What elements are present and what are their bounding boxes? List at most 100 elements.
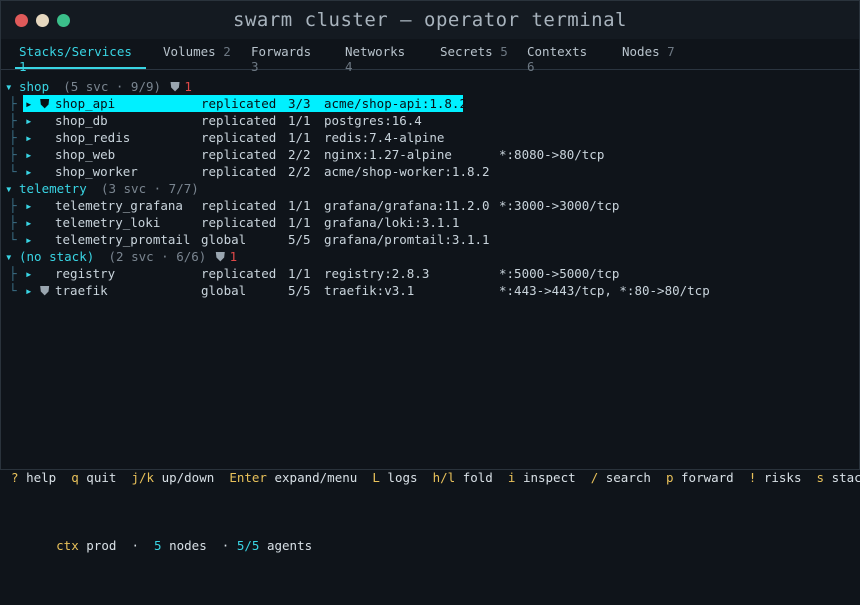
expand-arrow-icon[interactable]: ▸ bbox=[25, 282, 33, 299]
tab-forwards[interactable]: Forwards 3 bbox=[247, 44, 329, 74]
expand-arrow-icon[interactable]: ▸ bbox=[25, 214, 33, 231]
shield-icon: ⛊ bbox=[40, 283, 50, 298]
stack-summary: (5 svc · 9/9) bbox=[63, 79, 162, 94]
service-row[interactable]: ├ ▸ shop_db replicated 1/1 postgres:16.4 bbox=[1, 112, 859, 129]
footer: ? help q quit j/k up/down Enter expand/m… bbox=[11, 435, 860, 605]
shield-icon: ⛊ bbox=[170, 79, 180, 94]
service-replicas: 1/1 bbox=[288, 113, 311, 128]
tab-nodes[interactable]: Nodes 7 bbox=[618, 44, 682, 69]
tab-number: 3 bbox=[251, 59, 259, 74]
expand-caret-icon[interactable]: ▾ bbox=[5, 180, 13, 197]
expand-caret-icon[interactable]: ▾ bbox=[5, 78, 13, 95]
service-name: telemetry_promtail bbox=[55, 232, 191, 247]
tree-branch-icon: └ bbox=[9, 164, 17, 179]
keybind-label: quit bbox=[86, 470, 117, 485]
service-row[interactable]: └ ▸ shop_worker replicated 2/2 acme/shop-work… bbox=[1, 163, 859, 180]
service-replicas: 1/1 bbox=[288, 215, 311, 230]
tab-label: Volumes bbox=[163, 44, 216, 59]
shield-icon: ⛊ bbox=[40, 96, 50, 111]
tab-secrets[interactable]: Secrets 5 bbox=[436, 44, 512, 69]
service-image: grafana/loki:3.1.1 bbox=[324, 215, 460, 230]
expand-caret-icon[interactable]: ▾ bbox=[5, 248, 13, 265]
keybind-key: Enter bbox=[229, 470, 267, 485]
service-replicas: 1/1 bbox=[288, 198, 311, 213]
expand-arrow-icon[interactable]: ▸ bbox=[25, 197, 33, 214]
service-row[interactable]: ├ ▸ telemetry_grafana replicated 1/1 grafana/… bbox=[1, 197, 859, 214]
service-row[interactable]: └ ▸ ⛊ traefik global 5/5 traefik:v3.1 *:443->44… bbox=[1, 282, 859, 299]
service-image: nginx:1.27-alpine bbox=[324, 147, 452, 162]
keybind-key: h/l bbox=[432, 470, 456, 485]
tree-branch-icon: ├ bbox=[9, 113, 17, 128]
service-name: shop_web bbox=[55, 147, 116, 162]
tab-label: Contexts bbox=[527, 44, 588, 59]
service-replicas: 5/5 bbox=[288, 232, 311, 247]
expand-arrow-icon[interactable]: ▸ bbox=[25, 231, 33, 248]
service-row[interactable]: └ ▸ telemetry_promtail global 5/5 grafana/pro… bbox=[1, 231, 859, 248]
tab-number: 4 bbox=[345, 59, 353, 74]
service-ports: *:5000->5000/tcp bbox=[499, 266, 620, 281]
service-mode: replicated bbox=[201, 198, 277, 213]
tab-networks[interactable]: Networks 4 bbox=[341, 44, 423, 74]
service-mode: replicated bbox=[201, 215, 277, 230]
service-image: traefik:v3.1 bbox=[324, 283, 415, 298]
ctx-key: ctx bbox=[56, 538, 79, 553]
keybind-key: q bbox=[71, 470, 79, 485]
service-row[interactable]: ├ ▸ registry replicated 1/1 registry:2.8.3 *:5… bbox=[1, 265, 859, 282]
keybind-key: s bbox=[816, 470, 825, 485]
tree-branch-icon: ├ bbox=[9, 147, 17, 162]
service-mode: replicated bbox=[201, 147, 277, 162]
tab-label: Nodes bbox=[622, 44, 660, 59]
stack-name: (no stack) bbox=[19, 249, 95, 264]
ctx-value: prod bbox=[86, 538, 117, 553]
expand-arrow-icon[interactable]: ▸ bbox=[25, 146, 33, 163]
tree-branch-icon: ├ bbox=[9, 96, 17, 111]
stack-header[interactable]: ▾ telemetry (3 svc · 7/7) bbox=[1, 180, 859, 197]
expand-arrow-icon[interactable]: ▸ bbox=[25, 95, 33, 112]
service-mode: replicated bbox=[201, 164, 277, 179]
agents-label: agents bbox=[266, 538, 313, 553]
tab-number: 7 bbox=[667, 44, 675, 59]
service-image: acme/shop-api:1.8.2 bbox=[324, 96, 467, 111]
tab-number: 6 bbox=[527, 59, 535, 74]
tab-label: Secrets bbox=[440, 44, 493, 59]
service-row[interactable]: ├ ▸ shop_redis replicated 1/1 redis:7.4-alpin… bbox=[1, 129, 859, 146]
status-separator-2: · bbox=[221, 538, 230, 553]
service-mode: replicated bbox=[201, 266, 277, 281]
service-image: acme/shop-worker:1.8.2 bbox=[324, 164, 490, 179]
expand-arrow-icon[interactable]: ▸ bbox=[25, 265, 33, 282]
service-ports: *:8080->80/tcp bbox=[499, 147, 605, 162]
keybind-key: p bbox=[665, 470, 674, 485]
window-title: swarm cluster — operator terminal bbox=[233, 9, 627, 31]
tab-stacks-services[interactable]: Stacks/Services 1 bbox=[15, 44, 146, 74]
expand-arrow-icon[interactable]: ▸ bbox=[25, 163, 33, 180]
tab-label: Networks bbox=[345, 44, 406, 59]
service-row[interactable]: ├ ▸ shop_web replicated 2/2 nginx:1.27-alpine… bbox=[1, 146, 859, 163]
service-mode: replicated bbox=[201, 130, 277, 145]
service-name: shop_redis bbox=[55, 130, 131, 145]
tab-volumes[interactable]: Volumes 2 bbox=[159, 44, 235, 69]
tree-branch-icon: ├ bbox=[9, 266, 17, 281]
keybind-key: L bbox=[372, 470, 380, 485]
terminal-window: swarm cluster — operator terminal Stacks… bbox=[0, 0, 860, 553]
keybind-key: j/k bbox=[131, 470, 155, 485]
stack-header[interactable]: ▾ shop (5 svc · 9/9) ⛊ 1 bbox=[1, 78, 859, 95]
tab-contexts[interactable]: Contexts 6 bbox=[523, 44, 605, 74]
service-replicas: 5/5 bbox=[288, 283, 311, 298]
keybind-key: ? bbox=[11, 470, 19, 485]
risk-count: 1 bbox=[184, 79, 192, 94]
title-bar: swarm cluster — operator terminal bbox=[1, 1, 859, 39]
keybind-label: forward bbox=[681, 470, 734, 485]
service-row[interactable]: ├ ▸ ⛊ shop_api replicated 3/3 acme/shop-api:1.… bbox=[1, 95, 859, 112]
service-image: grafana/grafana:11.2.0 bbox=[324, 198, 490, 213]
service-image: redis:7.4-alpine bbox=[324, 130, 445, 145]
keybind-label: inspect bbox=[522, 470, 576, 485]
stack-header[interactable]: ▾ (no stack) (2 svc · 6/6) ⛊ 1 bbox=[1, 248, 859, 265]
expand-arrow-icon[interactable]: ▸ bbox=[25, 129, 33, 146]
keybind-label: risks bbox=[763, 470, 802, 485]
service-row[interactable]: ├ ▸ telemetry_loki replicated 1/1 grafana/lok… bbox=[1, 214, 859, 231]
expand-arrow-icon[interactable]: ▸ bbox=[25, 112, 33, 129]
service-name: telemetry_loki bbox=[55, 215, 161, 230]
service-mode: replicated bbox=[201, 113, 277, 128]
service-name: shop_db bbox=[55, 113, 108, 128]
keybind-label: stacks bbox=[831, 470, 860, 485]
